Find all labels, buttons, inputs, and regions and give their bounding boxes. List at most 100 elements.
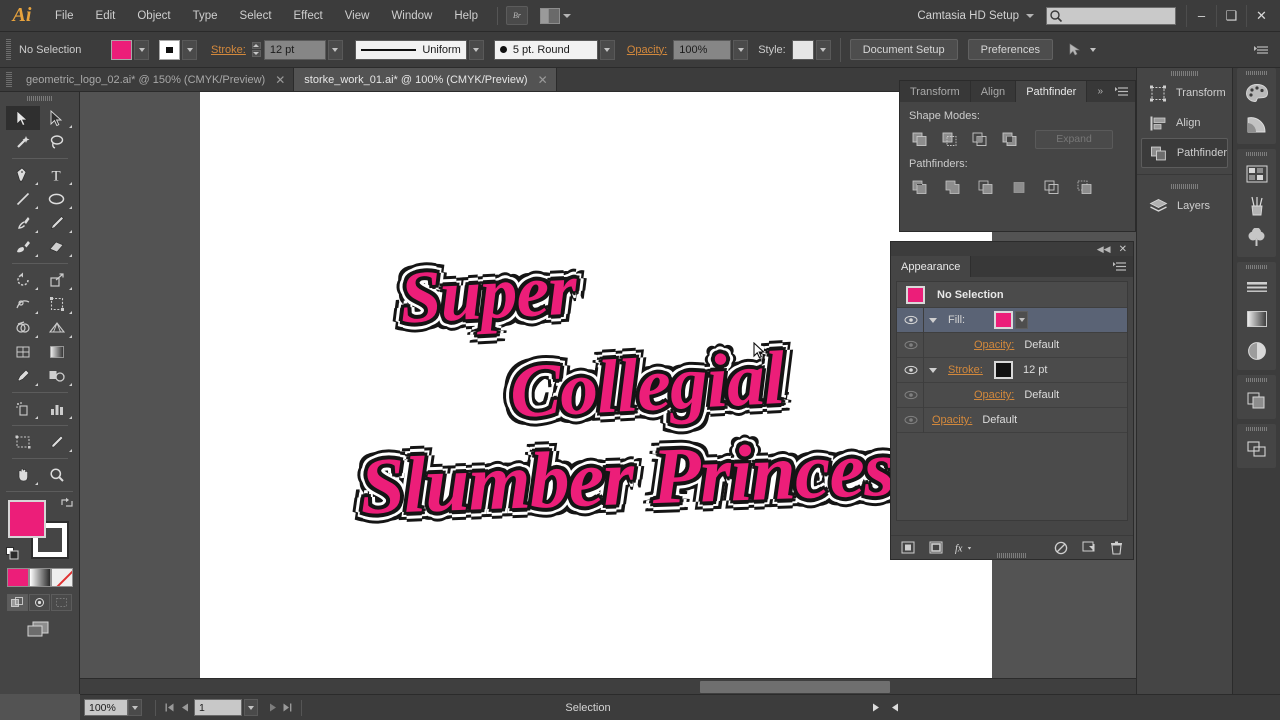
opacity-label[interactable]: Opacity: (924, 389, 1014, 401)
rail-grip[interactable] (1237, 68, 1276, 77)
rail-grip[interactable] (1237, 424, 1276, 433)
none-fill-button[interactable] (51, 568, 73, 587)
zoom-level-input[interactable]: 100% (84, 699, 128, 716)
status-message[interactable]: Selection (308, 702, 868, 714)
stroke-swatch[interactable] (994, 361, 1013, 379)
disclosure-triangle-icon[interactable] (924, 368, 942, 373)
dock-grip[interactable] (1137, 68, 1232, 78)
appearance-row-fill[interactable]: Fill: (897, 308, 1127, 333)
intersect-icon[interactable] (969, 129, 991, 149)
menu-help[interactable]: Help (443, 0, 489, 32)
arrange-documents-button[interactable] (540, 8, 571, 24)
rail-grip[interactable] (1237, 375, 1276, 384)
logo-line-2[interactable]: Collegial (508, 335, 786, 436)
divide-icon[interactable] (909, 177, 931, 197)
visibility-eye-icon-dim[interactable] (899, 415, 923, 425)
draw-inside-icon[interactable] (51, 594, 72, 611)
status-collapse-button[interactable] (887, 699, 902, 716)
gradient-fill-button[interactable] (29, 568, 51, 587)
appearance-row-stroke-opacity[interactable]: Opacity: Default (897, 383, 1127, 408)
tool-gradient[interactable] (40, 340, 74, 364)
rail-transparency-panel[interactable] (1237, 335, 1276, 367)
delete-item-icon[interactable] (1108, 540, 1125, 556)
graphic-style-swatch[interactable] (792, 40, 814, 60)
collapse-icon[interactable]: ◀◀ (1097, 244, 1111, 255)
stroke-weight-value[interactable]: 12 pt (1023, 364, 1047, 376)
rail-grip[interactable] (1237, 262, 1276, 271)
artboard-number-input[interactable]: 1 (194, 699, 242, 716)
document-tab-geometric-logo[interactable]: geometric_logo_02.ai* @ 150% (CMYK/Previ… (16, 68, 294, 91)
tool-type[interactable]: T (40, 163, 74, 187)
tool-line-segment[interactable] (6, 187, 40, 211)
dock-item-transform[interactable]: Transform (1141, 78, 1228, 108)
tool-eraser[interactable] (40, 235, 74, 259)
rail-gradient-panel[interactable] (1237, 303, 1276, 335)
stroke-profile-select[interactable]: Uniform (355, 40, 467, 60)
tool-pencil[interactable] (40, 211, 74, 235)
tool-pen[interactable] (6, 163, 40, 187)
tool-eyedropper[interactable] (6, 364, 40, 388)
rail-color-guide-panel[interactable] (1237, 109, 1276, 141)
rail-grip[interactable] (1237, 149, 1276, 158)
canvas-horizontal-scrollbar[interactable] (80, 678, 1184, 694)
tool-paintbrush[interactable] (6, 211, 40, 235)
bridge-icon[interactable]: Br (506, 6, 528, 25)
tool-selection[interactable] (6, 106, 40, 130)
rail-pathfinder-panel[interactable] (1237, 384, 1276, 416)
logo-line-3[interactable]: Slumber Princess! (359, 422, 956, 534)
tool-column-graph[interactable] (40, 397, 74, 421)
maximize-button[interactable]: ❑ (1216, 5, 1246, 27)
minus-front-icon[interactable] (939, 129, 961, 149)
menu-type[interactable]: Type (182, 0, 229, 32)
fill-swatch[interactable] (994, 311, 1013, 329)
tab-transform[interactable]: Transform (900, 81, 971, 102)
document-tab-storke-work[interactable]: storke_work_01.ai* @ 100% (CMYK/Preview)… (294, 68, 556, 91)
fill-swatch-control[interactable] (111, 40, 149, 60)
disclosure-triangle-icon[interactable] (924, 318, 942, 323)
menu-file[interactable]: File (44, 0, 85, 32)
stroke-swatch[interactable] (159, 40, 180, 60)
visibility-eye-icon[interactable] (899, 365, 923, 375)
panel-menu-icon[interactable] (1107, 256, 1133, 277)
tab-appearance[interactable]: Appearance (891, 256, 971, 277)
tools-panel-grip[interactable] (27, 94, 53, 103)
workspace-switcher[interactable]: Camtasia HD Setup (917, 10, 1034, 22)
minimize-button[interactable]: – (1186, 5, 1216, 27)
tool-shape-builder[interactable] (6, 316, 40, 340)
change-screen-mode-icon[interactable] (26, 619, 54, 639)
appearance-row-stroke[interactable]: Stroke: 12 pt (897, 358, 1127, 383)
duplicate-item-icon[interactable] (1080, 540, 1097, 556)
search-input[interactable] (1046, 7, 1176, 25)
tool-blob-brush[interactable] (6, 235, 40, 259)
outline-icon[interactable] (1041, 177, 1063, 197)
swap-fill-stroke-icon[interactable] (60, 496, 74, 510)
tool-slice[interactable] (40, 430, 74, 454)
opacity-label[interactable]: Opacity: (924, 414, 972, 426)
fill-swatch[interactable] (111, 40, 132, 60)
artboard[interactable]: Super Collegial Slumber Princess! (200, 92, 992, 694)
document-setup-button[interactable]: Document Setup (850, 39, 958, 60)
tool-ellipse[interactable] (40, 187, 74, 211)
exclude-icon[interactable] (999, 129, 1021, 149)
zoom-dropdown-button[interactable] (128, 699, 142, 716)
previous-artboard-button[interactable] (177, 699, 192, 716)
logo-line-1[interactable]: Super (398, 247, 578, 341)
menu-window[interactable]: Window (380, 0, 443, 32)
stroke-label[interactable]: Stroke: (211, 44, 246, 56)
panel-menu-icon[interactable] (1109, 81, 1135, 102)
close-icon[interactable]: ✕ (1119, 244, 1127, 255)
appearance-row-object-opacity[interactable]: Opacity: Default (897, 408, 1127, 433)
tool-perspective-grid[interactable] (40, 316, 74, 340)
stepper-up-button[interactable] (252, 42, 261, 49)
trim-icon[interactable] (942, 177, 964, 197)
rail-brushes-panel[interactable] (1237, 190, 1276, 222)
color-fill-button[interactable] (7, 568, 29, 587)
tool-lasso[interactable] (40, 130, 74, 154)
tool-hand[interactable] (6, 463, 40, 487)
visibility-eye-icon-dim[interactable] (899, 390, 923, 400)
rail-symbols-panel[interactable] (1237, 222, 1276, 254)
dock-item-layers[interactable]: Layers (1141, 191, 1228, 221)
menu-effect[interactable]: Effect (283, 0, 334, 32)
stroke-weight-stepper[interactable] (252, 42, 261, 57)
appearance-row-fill-opacity[interactable]: Opacity: Default (897, 333, 1127, 358)
